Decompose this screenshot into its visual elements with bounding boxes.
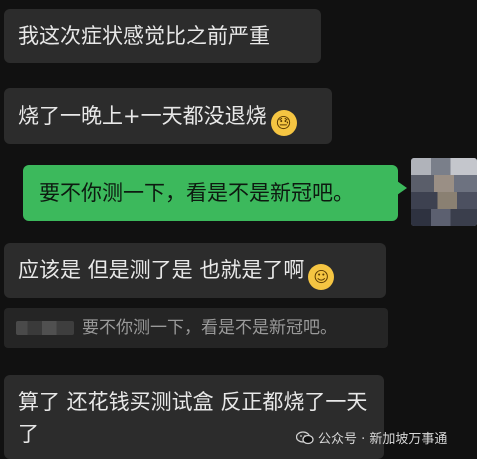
watermark: 公众号 · 新加坡万事通 (295, 430, 448, 450)
quoted-sender-name-redacted (16, 321, 74, 335)
message-text: 我这次症状感觉比之前严重 (18, 24, 270, 48)
message-bubble-sent[interactable]: 要不你测一下，看是不是新冠吧。 (23, 165, 407, 221)
sweating-face-emoji-icon: 😓 (270, 110, 297, 136)
avatar[interactable] (411, 158, 477, 226)
chat-screen: { "messages": [ {"text": "我这次症状感觉比之前严重"}… (0, 0, 477, 459)
message-text: 烧了一晚上+一天都没退烧 (18, 104, 267, 128)
quoted-text: 要不你测一下，看是不是新冠吧。 (82, 318, 337, 338)
quoted-message[interactable]: 要不你测一下，看是不是新冠吧。 (4, 308, 388, 348)
smiling-face-emoji-icon: ☺ (308, 264, 335, 290)
watermark-text: 公众号 · 新加坡万事通 (318, 432, 448, 447)
message-bubble-received[interactable]: 应该是 但是测了是 也就是了啊 ☺ (4, 243, 386, 298)
message-text: 要不你测一下，看是不是新冠吧。 (39, 181, 354, 205)
wechat-icon (295, 431, 314, 445)
message-text: 应该是 但是测了是 也就是了啊 (18, 258, 305, 282)
message-bubble-received[interactable]: 烧了一晚上+一天都没退烧 😓 (4, 88, 332, 144)
message-bubble-received[interactable]: 我这次症状感觉比之前严重 (4, 9, 321, 63)
